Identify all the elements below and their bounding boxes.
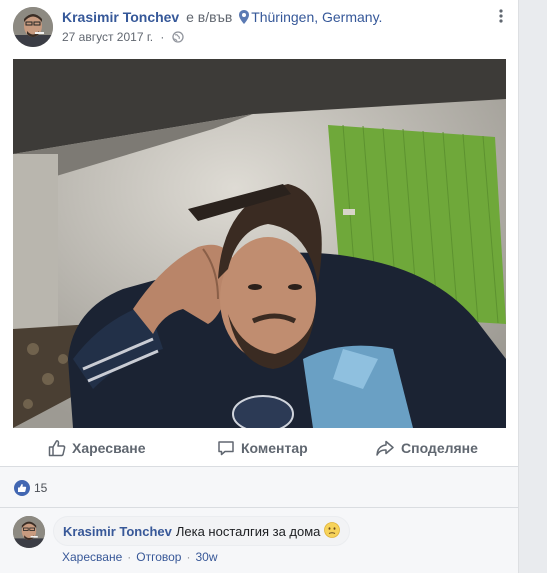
post-card: Krasimir Tonchev е в/във Thüringen, Germ… [0, 0, 519, 573]
post-actions: Харесване Коментар Споделяне [0, 430, 518, 466]
comment-time[interactable]: 30w [195, 550, 217, 564]
more-icon [499, 9, 503, 23]
like-button[interactable]: Харесване [48, 430, 146, 466]
reaction-count[interactable]: 15 [34, 480, 47, 496]
share-button[interactable]: Споделяне [375, 430, 478, 466]
post-meta: 27 август 2017 г. · [62, 30, 184, 46]
comment-author[interactable]: Krasimir Tonchev [63, 524, 172, 539]
post-date[interactable]: 27 август 2017 г. [62, 30, 153, 44]
commenter-avatar[interactable] [13, 516, 45, 548]
post-photo[interactable] [13, 59, 506, 428]
map-pin-icon [239, 10, 250, 27]
meta-separator: · [160, 30, 165, 44]
comment-icon [218, 441, 234, 456]
comment-actions: Харесване · Отговор · 30w [62, 550, 217, 564]
thumbs-up-icon [48, 440, 66, 457]
globe-icon[interactable] [172, 31, 184, 46]
comment-separator: · [186, 550, 191, 564]
comment-label: Коментар [241, 440, 308, 456]
like-reaction-icon[interactable] [14, 480, 30, 496]
comment-text: Лека носталгия за дома [175, 523, 321, 539]
location-link[interactable]: Thüringen, Germany. [251, 9, 382, 25]
author-avatar[interactable] [13, 7, 53, 47]
post-header: Krasimir Tonchev е в/във Thüringen, Germ… [62, 9, 382, 27]
more-options-button[interactable] [491, 6, 511, 26]
comment-bubble: Krasimir Tonchev Лека носталгия за дома [53, 516, 351, 546]
reactions-bar [0, 467, 518, 507]
comment-reply-link[interactable]: Отговор [136, 550, 181, 564]
like-label: Харесване [72, 440, 146, 456]
share-label: Споделяне [401, 440, 478, 456]
emoji-icon [324, 521, 341, 541]
checkin-verb: е в/във [186, 9, 233, 25]
comment-separator: · [127, 550, 132, 564]
author-name[interactable]: Krasimir Tonchev [62, 9, 179, 25]
share-icon [376, 440, 394, 456]
comment-like-link[interactable]: Харесване [62, 550, 122, 564]
comment-button[interactable]: Коментар [217, 430, 308, 466]
